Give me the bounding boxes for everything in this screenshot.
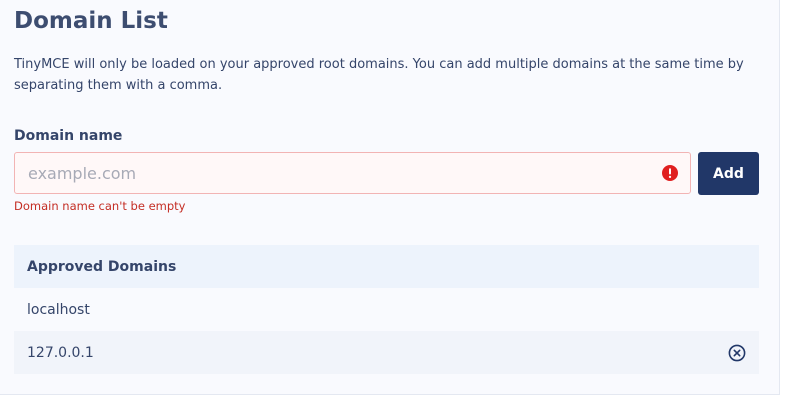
approved-domains-header: Approved Domains: [14, 245, 759, 288]
domain-error-message: Domain name can't be empty: [14, 199, 186, 213]
domain-list-panel: Domain List TinyMCE will only be loaded …: [0, 0, 780, 395]
add-domain-button[interactable]: Add: [698, 152, 759, 195]
page-description: TinyMCE will only be loaded on your appr…: [14, 57, 744, 93]
domain-name: 127.0.0.1: [27, 344, 94, 361]
domain-name: localhost: [27, 301, 90, 318]
approved-domains-table: Approved Domains localhost 127.0.0.1: [14, 245, 759, 374]
domain-row: localhost: [14, 288, 759, 331]
domain-name-label: Domain name: [14, 128, 123, 144]
domain-row: 127.0.0.1: [14, 331, 759, 374]
close-circle-icon[interactable]: [728, 344, 746, 362]
exclamation-circle-icon: [662, 165, 678, 181]
domain-input-wrapper: [14, 152, 691, 194]
domain-name-input[interactable]: [15, 153, 690, 193]
page-title: Domain List: [14, 8, 168, 34]
